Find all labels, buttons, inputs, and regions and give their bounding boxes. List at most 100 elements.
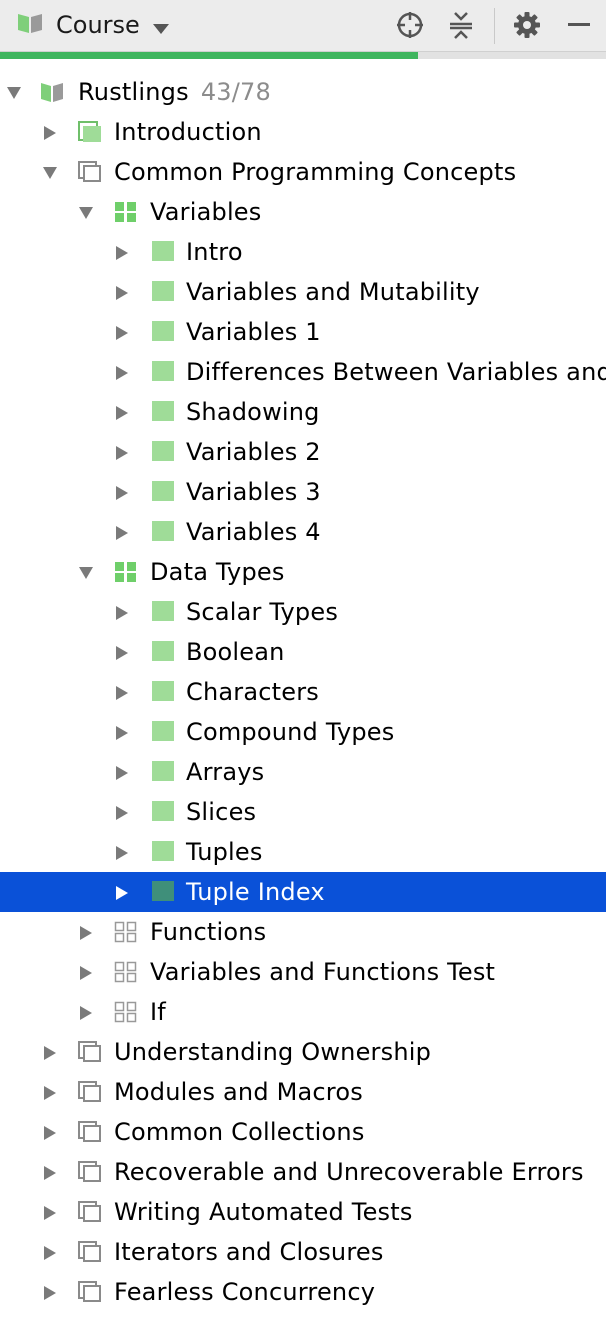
section-icon	[78, 1081, 102, 1103]
section-icon	[78, 1241, 102, 1263]
tree-node[interactable]: Tuples	[0, 832, 606, 872]
chevron-down-icon[interactable]	[152, 20, 170, 34]
collapsed-arrow-icon[interactable]	[114, 845, 130, 861]
tree-node[interactable]: Common Collections	[0, 1112, 606, 1152]
collapsed-arrow-icon[interactable]	[114, 805, 130, 821]
collapsed-arrow-icon[interactable]	[42, 1085, 58, 1101]
tree-node-label: Arrays	[186, 758, 265, 786]
tree-node-label: Intro	[186, 238, 243, 266]
tree-node[interactable]: Introduction	[0, 112, 606, 152]
task-solved-icon	[151, 361, 175, 383]
collapsed-arrow-icon[interactable]	[114, 325, 130, 341]
task-solved-icon	[151, 641, 175, 663]
tree-node[interactable]: Arrays	[0, 752, 606, 792]
tree-node-label: Tuples	[186, 838, 263, 866]
expanded-arrow-icon[interactable]	[78, 565, 94, 581]
tree-node-label: Common Programming Concepts	[114, 158, 517, 186]
expanded-arrow-icon[interactable]	[6, 85, 22, 101]
tree-node[interactable]: Variables 1	[0, 312, 606, 352]
tree-node-label: Boolean	[186, 638, 285, 666]
collapsed-arrow-icon[interactable]	[114, 245, 130, 261]
tree-node-label: Tuple Index	[186, 878, 325, 906]
lesson-icon	[114, 921, 138, 943]
collapsed-arrow-icon[interactable]	[114, 685, 130, 701]
collapsed-arrow-icon[interactable]	[114, 485, 130, 501]
tree-node[interactable]: Intro	[0, 232, 606, 272]
tree-node[interactable]: Variables and Functions Test	[0, 952, 606, 992]
tree-node[interactable]: Characters	[0, 672, 606, 712]
tree-node[interactable]: Writing Automated Tests	[0, 1192, 606, 1232]
collapsed-arrow-icon[interactable]	[78, 965, 94, 981]
collapsed-arrow-icon[interactable]	[78, 925, 94, 941]
course-view-selector[interactable]: Course	[56, 10, 140, 40]
tree-node[interactable]: Variables and Mutability	[0, 272, 606, 312]
collapsed-arrow-icon[interactable]	[114, 885, 130, 901]
task-solved-icon	[151, 761, 175, 783]
tree-node-label: Shadowing	[186, 398, 320, 426]
collapsed-arrow-icon[interactable]	[42, 1125, 58, 1141]
tree-node-label: Differences Between Variables and	[186, 358, 606, 386]
tree-node[interactable]: Iterators and Closures	[0, 1232, 606, 1272]
tree-node[interactable]: Modules and Macros	[0, 1072, 606, 1112]
task-solved-icon	[151, 321, 175, 343]
collapsed-arrow-icon[interactable]	[114, 445, 130, 461]
tree-node[interactable]: Compound Types	[0, 712, 606, 752]
tree-node-label: Introduction	[114, 118, 262, 146]
tree-node[interactable]: Rustlings 43/78	[0, 72, 606, 112]
tree-node[interactable]: Boolean	[0, 632, 606, 672]
collapsed-arrow-icon[interactable]	[114, 725, 130, 741]
tree-node[interactable]: If	[0, 992, 606, 1032]
tree-node-label: Compound Types	[186, 718, 395, 746]
section-icon	[78, 1041, 102, 1063]
collapsed-arrow-icon[interactable]	[42, 1045, 58, 1061]
task-solved-icon	[151, 601, 175, 623]
tree-node-label: Slices	[186, 798, 257, 826]
tree-node[interactable]: Functions	[0, 912, 606, 952]
tree-node[interactable]: Variables 2	[0, 432, 606, 472]
tree-node[interactable]: Differences Between Variables and	[0, 352, 606, 392]
collapse-all-icon[interactable]	[444, 8, 478, 42]
tree-node[interactable]: Variables 4	[0, 512, 606, 552]
collapsed-arrow-icon[interactable]	[114, 645, 130, 661]
toolbar-separator	[494, 8, 495, 44]
collapsed-arrow-icon[interactable]	[42, 1285, 58, 1301]
section-solved-icon	[78, 121, 102, 143]
collapsed-arrow-icon[interactable]	[42, 125, 58, 141]
collapsed-arrow-icon[interactable]	[114, 525, 130, 541]
expanded-arrow-icon[interactable]	[42, 165, 58, 181]
tree-node[interactable]: Variables	[0, 192, 606, 232]
tree-node-label: If	[150, 998, 166, 1026]
tree-node[interactable]: Variables 3	[0, 472, 606, 512]
tree-node[interactable]: Data Types	[0, 552, 606, 592]
tree-node[interactable]: Recoverable and Unrecoverable Errors	[0, 1152, 606, 1192]
tree-node[interactable]: Fearless Concurrency	[0, 1272, 606, 1312]
collapsed-arrow-icon[interactable]	[114, 765, 130, 781]
tree-node[interactable]: Tuple Index	[0, 872, 606, 912]
collapsed-arrow-icon[interactable]	[114, 285, 130, 301]
tree-node-label: Characters	[186, 678, 319, 706]
tree-node-label: Functions	[150, 918, 267, 946]
tree-node[interactable]: Shadowing	[0, 392, 606, 432]
collapsed-arrow-icon[interactable]	[78, 1005, 94, 1021]
tree-node[interactable]: Understanding Ownership	[0, 1032, 606, 1072]
task-solved-icon	[151, 681, 175, 703]
locate-icon[interactable]	[393, 8, 427, 42]
task-solved-icon	[151, 801, 175, 823]
tree-node[interactable]: Common Programming Concepts	[0, 152, 606, 192]
course-progress-bar	[0, 52, 606, 59]
collapsed-arrow-icon[interactable]	[114, 605, 130, 621]
lesson-solved-icon	[114, 561, 138, 583]
tree-node[interactable]: Scalar Types	[0, 592, 606, 632]
tree-node-label: Variables	[150, 198, 262, 226]
lesson-solved-icon	[114, 201, 138, 223]
collapsed-arrow-icon[interactable]	[42, 1245, 58, 1261]
minimize-icon[interactable]	[562, 8, 596, 42]
gear-icon[interactable]	[510, 8, 544, 42]
expanded-arrow-icon[interactable]	[78, 205, 94, 221]
collapsed-arrow-icon[interactable]	[42, 1205, 58, 1221]
collapsed-arrow-icon[interactable]	[42, 1165, 58, 1181]
collapsed-arrow-icon[interactable]	[114, 405, 130, 421]
collapsed-arrow-icon[interactable]	[114, 365, 130, 381]
tree-node[interactable]: Slices	[0, 792, 606, 832]
tree-node-label: Writing Automated Tests	[114, 1198, 413, 1226]
